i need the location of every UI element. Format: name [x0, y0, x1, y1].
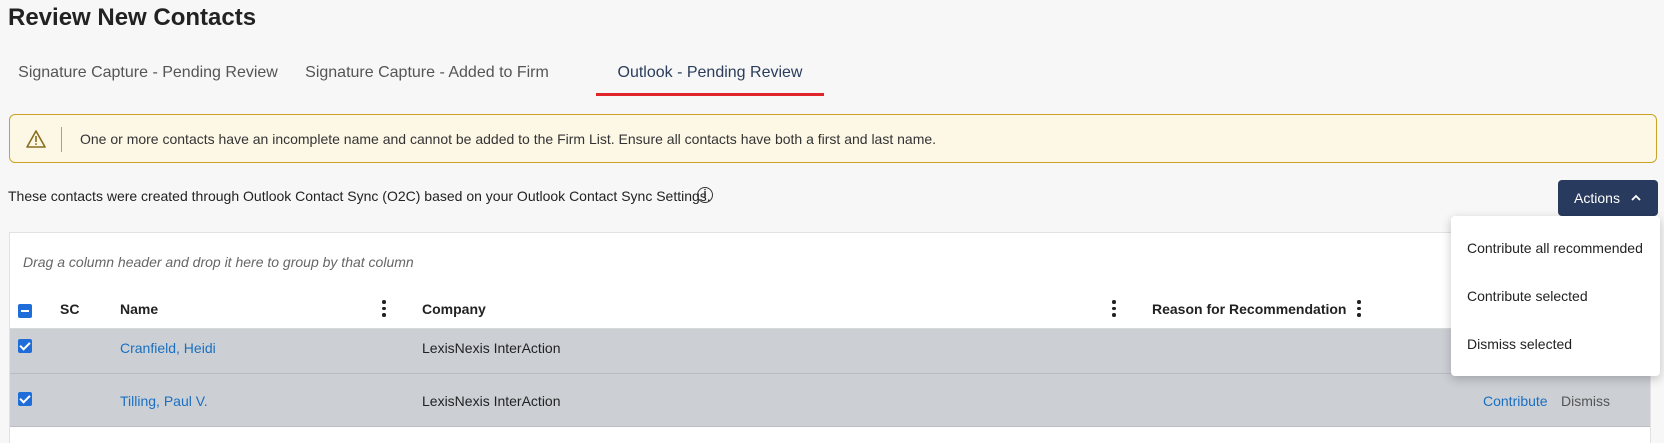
table-row[interactable]: Tilling, Paul V. LexisNexis InterAction … — [10, 374, 1650, 427]
contacts-grid: Drag a column header and drop it here to… — [9, 232, 1651, 443]
menu-item-contribute-selected[interactable]: Contribute selected — [1467, 288, 1588, 304]
menu-item-dismiss-selected[interactable]: Dismiss selected — [1467, 336, 1572, 352]
warning-banner: One or more contacts have an incomplete … — [9, 114, 1657, 163]
contact-name-link[interactable]: Cranfield, Heidi — [120, 340, 216, 356]
actions-button[interactable]: Actions — [1558, 180, 1658, 216]
reason-column-menu-icon[interactable] — [1356, 300, 1362, 318]
menu-item-contribute-all[interactable]: Contribute all recommended — [1467, 240, 1643, 256]
group-by-hint: Drag a column header and drop it here to… — [23, 254, 414, 270]
grid-header: SC Name Company Reason for Recommendatio… — [10, 290, 1650, 329]
tab-bar: Signature Capture - Pending Review Signa… — [8, 58, 828, 98]
warning-triangle-icon — [26, 130, 46, 148]
tab-signature-pending[interactable]: Signature Capture - Pending Review — [8, 58, 288, 96]
chevron-up-icon — [1631, 194, 1641, 201]
select-all-checkbox[interactable] — [18, 304, 32, 318]
actions-menu: Contribute all recommended Contribute se… — [1451, 216, 1660, 376]
group-by-panel[interactable]: Drag a column header and drop it here to… — [10, 233, 1650, 291]
contact-name-link[interactable]: Tilling, Paul V. — [120, 393, 208, 409]
company-column-menu-icon[interactable] — [1111, 300, 1117, 318]
column-header-name[interactable]: Name — [120, 290, 158, 328]
column-header-sc[interactable]: SC — [60, 290, 79, 328]
info-icon[interactable]: i — [697, 187, 713, 203]
column-header-company[interactable]: Company — [422, 290, 486, 328]
tab-signature-added[interactable]: Signature Capture - Added to Firm — [298, 58, 556, 96]
company-cell: LexisNexis InterAction — [422, 340, 561, 356]
warning-divider — [61, 127, 62, 152]
page-title: Review New Contacts — [8, 4, 257, 31]
sync-info-text: These contacts were created through Outl… — [8, 188, 711, 204]
table-row[interactable]: Cranfield, Heidi LexisNexis InterAction — [10, 329, 1650, 374]
column-header-reason[interactable]: Reason for Recommendation — [1152, 290, 1346, 328]
company-cell: LexisNexis InterAction — [422, 393, 561, 409]
tab-outlook-pending[interactable]: Outlook - Pending Review — [596, 58, 824, 96]
contribute-link[interactable]: Contribute — [1483, 393, 1548, 409]
dismiss-link[interactable]: Dismiss — [1561, 393, 1610, 409]
row-checkbox[interactable] — [18, 392, 32, 406]
actions-button-label: Actions — [1574, 190, 1620, 206]
row-checkbox[interactable] — [18, 339, 32, 353]
name-column-menu-icon[interactable] — [381, 300, 387, 318]
warning-message: One or more contacts have an incomplete … — [80, 131, 937, 147]
